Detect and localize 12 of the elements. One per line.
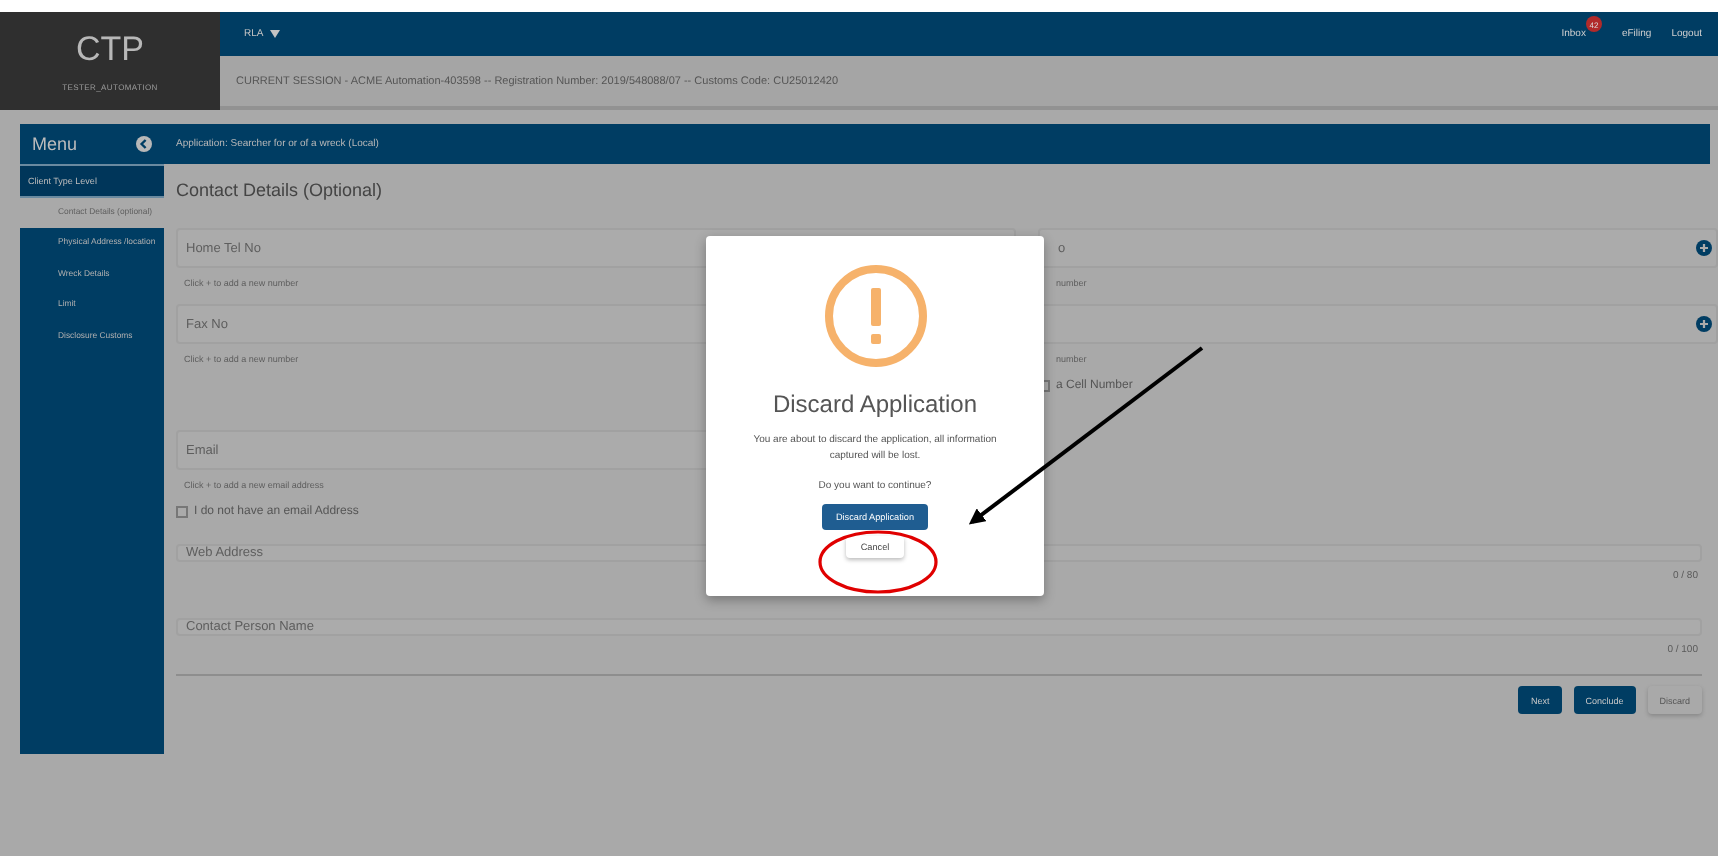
logo-text: CTP: [76, 30, 144, 70]
add-icon: [1696, 316, 1712, 332]
warning-icon: [823, 264, 927, 368]
text-field[interactable]: [1038, 304, 1718, 344]
collapse-icon: [136, 136, 152, 152]
caret-icon: [269, 30, 280, 38]
dialog-title: Discard Application: [772, 390, 978, 418]
add-icon: [1696, 240, 1712, 256]
highlight-circle: [818, 530, 938, 594]
checkbox[interactable]: [176, 506, 188, 518]
menu-title: Menu: [32, 134, 78, 154]
page-title: Contact Details (Optional): [174, 178, 385, 200]
